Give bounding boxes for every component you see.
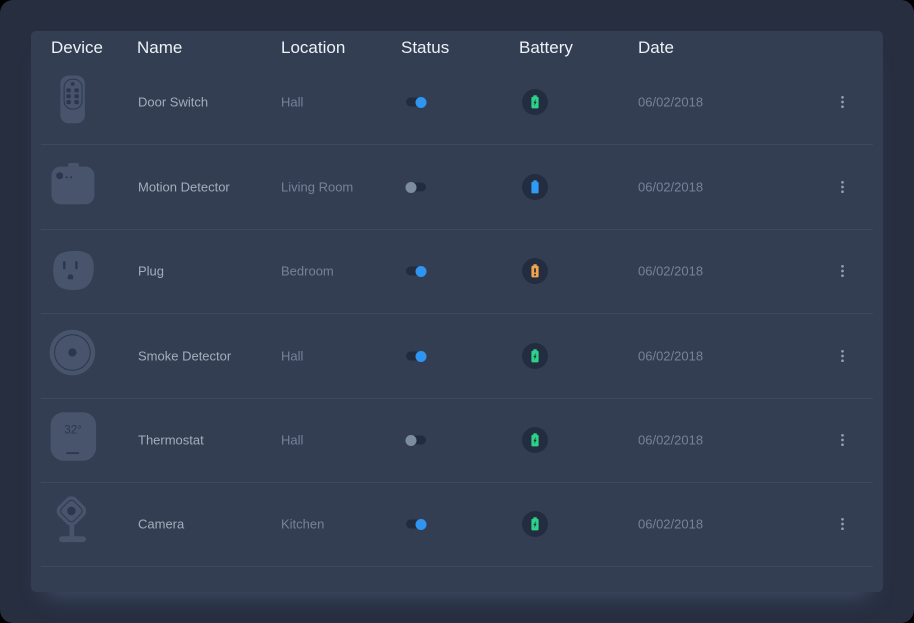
svg-text:32°: 32° bbox=[64, 425, 81, 437]
